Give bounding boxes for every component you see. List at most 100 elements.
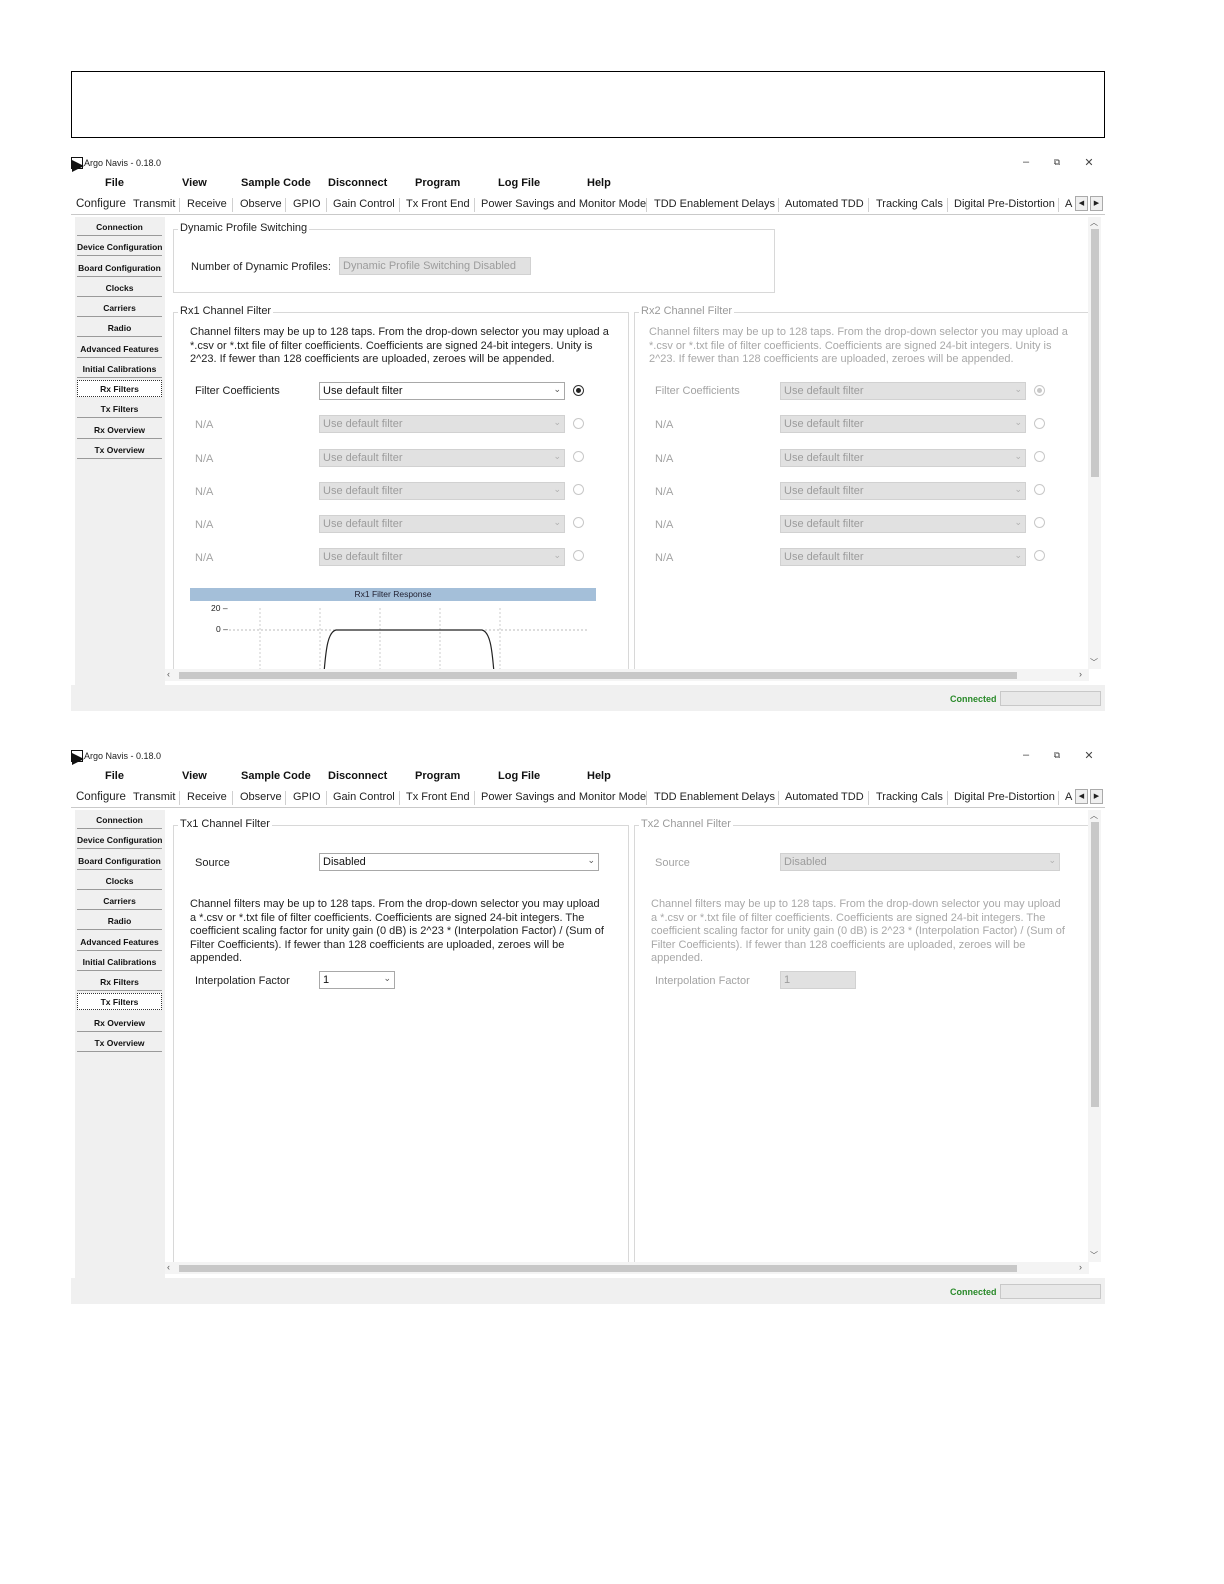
tab-receive[interactable]: Receive	[183, 197, 231, 211]
tab-scroll-right-icon[interactable]: ▶	[1090, 789, 1103, 804]
rx2-filter-select[interactable]: Use default filter ⌄	[780, 515, 1026, 533]
rx1-filter-select[interactable]: Use default filter ⌄	[319, 382, 565, 400]
rx2-radio[interactable]	[1034, 550, 1045, 561]
rx2-radio[interactable]	[1034, 517, 1045, 528]
sidebar-item-connection[interactable]: Connection	[77, 812, 162, 829]
tab-tx-front-end[interactable]: Tx Front End	[402, 790, 474, 804]
tab-tracking-cals[interactable]: Tracking Cals	[872, 197, 947, 211]
minimize-icon[interactable]: –	[1019, 156, 1033, 168]
sidebar-item-board-configuration[interactable]: Board Configuration	[77, 853, 162, 870]
rx2-radio[interactable]	[1034, 484, 1045, 495]
close-icon[interactable]: ✕	[1082, 156, 1096, 169]
menu-file[interactable]: File	[105, 770, 124, 782]
menu-file[interactable]: File	[105, 177, 124, 189]
rx1-radio[interactable]	[573, 418, 584, 429]
sidebar-item-clocks[interactable]: Clocks	[77, 873, 162, 890]
tab-digital-pre-distortion[interactable]: Digital Pre-Distortion	[950, 790, 1059, 804]
rx1-filter-select[interactable]: Use default filter ⌄	[319, 449, 565, 467]
tx2-interp-select[interactable]: 1	[780, 971, 856, 989]
sidebar-item-board-configuration[interactable]: Board Configuration	[77, 260, 162, 277]
tab-gain-control[interactable]: Gain Control	[329, 790, 399, 804]
tab-configure[interactable]: Configure	[72, 790, 130, 804]
tab-power-savings[interactable]: Power Savings and Monitor Mode	[477, 790, 650, 804]
rx1-radio[interactable]	[573, 451, 584, 462]
scroll-up-icon[interactable]: ︿	[1090, 810, 1098, 821]
rx2-filter-select[interactable]: Use default filter ⌄	[780, 482, 1026, 500]
tab-tdd-enablement-delays[interactable]: TDD Enablement Delays	[650, 197, 779, 211]
tab-observe[interactable]: Observe	[236, 197, 286, 211]
sidebar-item-tx-overview[interactable]: Tx Overview	[77, 1035, 162, 1052]
sidebar-item-advanced-features[interactable]: Advanced Features	[77, 341, 162, 358]
tab-gpio[interactable]: GPIO	[289, 197, 325, 211]
menu-sample-code[interactable]: Sample Code	[241, 770, 311, 782]
tx1-source-select[interactable]: Disabled ⌄	[319, 853, 599, 871]
vertical-scroll-thumb[interactable]	[1091, 822, 1099, 1107]
horizontal-scrollbar[interactable]: ‹ ›	[165, 669, 1089, 681]
horizontal-scroll-thumb[interactable]	[179, 672, 1017, 679]
tab-gain-control[interactable]: Gain Control	[329, 197, 399, 211]
tab-transmit[interactable]: Transmit	[129, 790, 179, 804]
rx1-radio[interactable]	[573, 484, 584, 495]
sidebar-item-rx-filters[interactable]: Rx Filters	[77, 380, 162, 397]
sidebar-item-initial-calibrations[interactable]: Initial Calibrations	[77, 361, 162, 378]
menu-help[interactable]: Help	[587, 177, 611, 189]
rx1-radio[interactable]	[573, 550, 584, 561]
menu-program[interactable]: Program	[415, 177, 460, 189]
scroll-down-icon[interactable]: ﹀	[1090, 657, 1098, 668]
menu-disconnect[interactable]: Disconnect	[328, 177, 387, 189]
tab-tdd-enablement-delays[interactable]: TDD Enablement Delays	[650, 790, 779, 804]
menu-view[interactable]: View	[182, 177, 207, 189]
horizontal-scrollbar[interactable]: ‹ ›	[165, 1262, 1089, 1274]
tab-scroll-right-icon[interactable]: ▶	[1090, 196, 1103, 211]
rx2-filter-select[interactable]: Use default filter ⌄	[780, 548, 1026, 566]
restore-icon[interactable]: ⧉	[1050, 750, 1064, 761]
scroll-up-icon[interactable]: ︿	[1090, 217, 1098, 228]
dps-select[interactable]: Dynamic Profile Switching Disabled	[339, 257, 531, 275]
rx2-radio[interactable]	[1034, 385, 1045, 396]
minimize-icon[interactable]: –	[1019, 749, 1033, 761]
menu-sample-code[interactable]: Sample Code	[241, 177, 311, 189]
menu-view[interactable]: View	[182, 770, 207, 782]
scroll-left-icon[interactable]: ‹	[167, 669, 170, 679]
rx2-filter-select[interactable]: Use default filter ⌄	[780, 449, 1026, 467]
sidebar-item-carriers[interactable]: Carriers	[77, 893, 162, 910]
vertical-scrollbar[interactable]: ︿ ﹀	[1088, 217, 1101, 669]
sidebar-item-rx-overview[interactable]: Rx Overview	[77, 422, 162, 439]
horizontal-scroll-thumb[interactable]	[179, 1265, 1017, 1272]
tab-power-savings[interactable]: Power Savings and Monitor Mode	[477, 197, 650, 211]
sidebar-item-radio[interactable]: Radio	[77, 320, 162, 337]
rx2-filter-select[interactable]: Use default filter ⌄	[780, 415, 1026, 433]
sidebar-item-carriers[interactable]: Carriers	[77, 300, 162, 317]
tab-transmit[interactable]: Transmit	[129, 197, 179, 211]
tab-configure[interactable]: Configure	[72, 197, 130, 211]
rx1-radio[interactable]	[573, 385, 584, 396]
sidebar-item-tx-filters[interactable]: Tx Filters	[77, 401, 162, 418]
vertical-scrollbar[interactable]: ︿ ﹀	[1088, 810, 1101, 1262]
vertical-scroll-thumb[interactable]	[1091, 229, 1099, 477]
rx1-radio[interactable]	[573, 517, 584, 528]
rx1-filter-select[interactable]: Use default filter ⌄	[319, 482, 565, 500]
close-icon[interactable]: ✕	[1082, 749, 1096, 762]
scroll-left-icon[interactable]: ‹	[167, 1262, 170, 1272]
tab-automated-tdd[interactable]: Automated TDD	[781, 197, 868, 211]
tab-gpio[interactable]: GPIO	[289, 790, 325, 804]
rx1-filter-select[interactable]: Use default filter ⌄	[319, 515, 565, 533]
rx1-filter-select[interactable]: Use default filter ⌄	[319, 415, 565, 433]
tx2-source-select[interactable]: Disabled ⌄	[780, 853, 1060, 871]
sidebar-item-radio[interactable]: Radio	[77, 913, 162, 930]
tab-automated-tdd[interactable]: Automated TDD	[781, 790, 868, 804]
restore-icon[interactable]: ⧉	[1050, 157, 1064, 168]
scroll-right-icon[interactable]: ›	[1079, 669, 1082, 679]
sidebar-item-rx-filters[interactable]: Rx Filters	[77, 974, 162, 991]
sidebar-item-device-configuration[interactable]: Device Configuration	[77, 239, 162, 256]
sidebar-item-tx-filters[interactable]: Tx Filters	[77, 993, 162, 1010]
tab-tx-front-end[interactable]: Tx Front End	[402, 197, 474, 211]
rx1-filter-select[interactable]: Use default filter ⌄	[319, 548, 565, 566]
sidebar-item-tx-overview[interactable]: Tx Overview	[77, 442, 162, 459]
sidebar-item-device-configuration[interactable]: Device Configuration	[77, 832, 162, 849]
menu-log-file[interactable]: Log File	[498, 770, 540, 782]
tab-observe[interactable]: Observe	[236, 790, 286, 804]
menu-help[interactable]: Help	[587, 770, 611, 782]
rx2-radio[interactable]	[1034, 451, 1045, 462]
tab-scroll-left-icon[interactable]: ◀	[1075, 196, 1088, 211]
